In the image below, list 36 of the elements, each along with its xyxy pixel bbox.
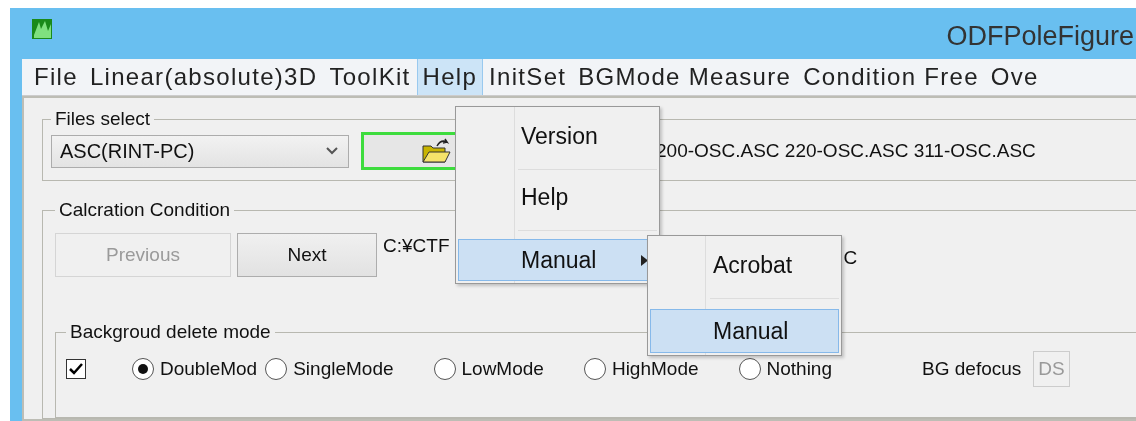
field-label: BG defocus [922,358,1022,380]
menu-item[interactable]: Ove [984,58,1045,95]
menu-item[interactable]: Linear(absolute)3D [83,58,324,95]
radio-label: HighMode [611,358,699,380]
app-icon [32,19,52,40]
radio-label: DoubleMod [160,358,258,380]
menu-item[interactable]: Help [416,58,484,95]
radio-button[interactable] [265,358,288,380]
format-dropdown[interactable]: ASC(RINT-PC) [51,134,349,168]
group-title: Backgroud delete mode [69,321,272,343]
menu-item[interactable]: InitSet [483,58,573,95]
radio-label: Nothing [766,358,832,380]
radio-label: SingleMode [293,358,394,380]
menu-item[interactable]: Manual [650,309,839,353]
menu-item[interactable]: BGMode Measure [572,58,798,95]
group-title: Calcration Condition [58,199,232,221]
window-title: ODFPoleFigure [946,20,1135,52]
path-text: C:¥CTF [383,235,450,257]
radio-button[interactable] [583,358,606,380]
menu-item[interactable]: ToolKit [323,58,417,95]
menu-item[interactable]: File [28,58,84,95]
file-list-text: 200-OSC.ASC 220-OSC.ASC 311-OSC.ASC [656,140,1036,162]
radio-button[interactable] [132,358,154,380]
checkbox[interactable] [66,359,86,379]
submenu-arrow-icon [641,254,648,266]
menu-item[interactable]: Condition Free [797,58,985,95]
menu-item[interactable]: Help [458,170,657,224]
nav-button[interactable]: Next [237,233,377,277]
folder-open-icon [421,138,451,164]
radio-button[interactable] [433,358,456,380]
radio-button[interactable] [738,358,761,380]
caret-icon [326,147,338,155]
menu-item[interactable]: Version [458,109,657,163]
group-title: Files select [54,108,152,130]
radio-label: LowMode [461,358,544,380]
path-text: C [843,247,858,269]
